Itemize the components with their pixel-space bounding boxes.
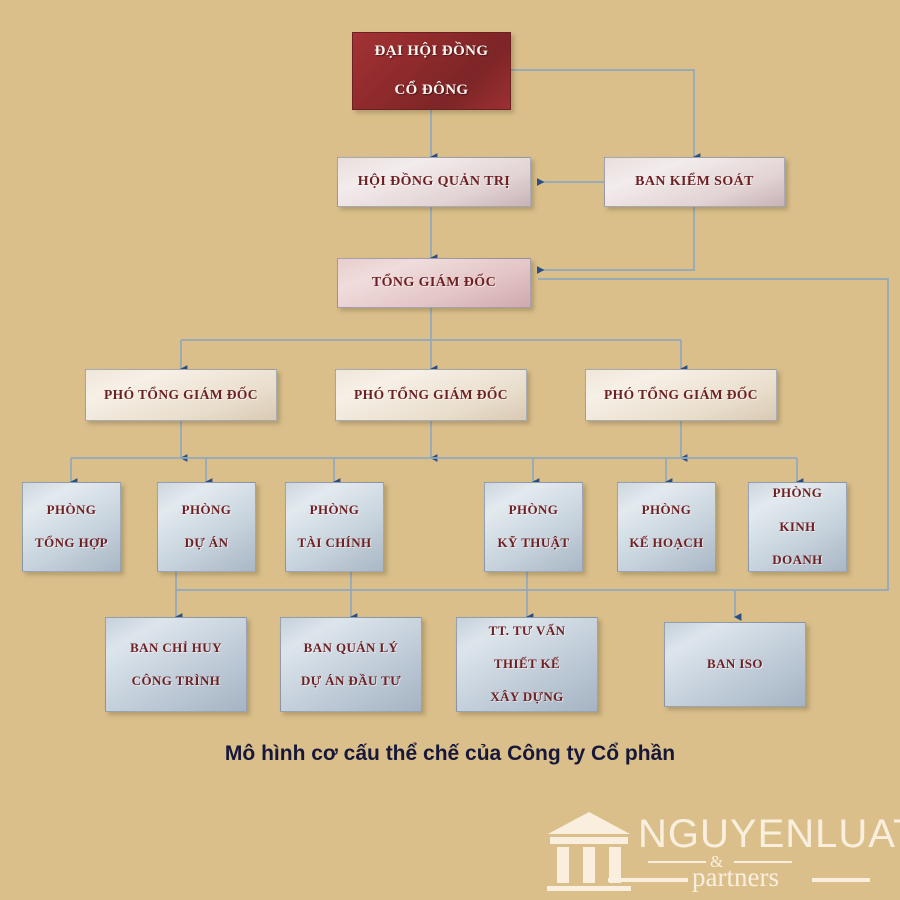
node-deputy-director-1[interactable]: PHÓ TỔNG GIÁM ĐỐC <box>85 369 277 421</box>
node-dept-business[interactable]: PHÒNG KINH DOANH <box>748 482 847 572</box>
node-dept-planning[interactable]: PHÒNG KẾ HOẠCH <box>617 482 716 572</box>
node-shareholders-meeting[interactable]: ĐẠI HỘI ĐỒNG CỔ ĐÔNG <box>352 32 511 110</box>
node-label: PHÒNG TÀI CHÍNH <box>297 502 371 552</box>
node-label-line1: BAN QUẢN LÝ <box>303 639 399 655</box>
watermark-subtitle: partners <box>692 862 779 892</box>
node-label: HỘI ĐỒNG QUẢN TRỊ <box>357 174 511 190</box>
node-label-line1: BAN CHỈ HUY <box>130 639 222 655</box>
watermark-logo: NGUYENLUAT & partners <box>542 808 900 896</box>
org-chart-canvas: ĐẠI HỘI ĐỒNG CỔ ĐÔNG HỘI ĐỒNG QUẢN TRỊ BA… <box>0 0 900 900</box>
node-label: TT. TƯ VẤN THIẾT KẾ XÂY DỰNG <box>489 623 566 706</box>
watermark-name: NGUYENLUAT <box>638 812 900 856</box>
node-iso-board[interactable]: BAN ISO <box>664 622 806 707</box>
node-label: BAN CHỈ HUY CÔNG TRÌNH <box>130 640 222 690</box>
node-label-line1: PHÒNG <box>46 502 97 518</box>
node-label-line2: TÀI CHÍNH <box>297 535 372 551</box>
node-label-line1: TT. TƯ VẤN <box>488 622 566 638</box>
chart-caption: Mô hình cơ cấu thể chế của Công ty Cổ ph… <box>224 742 676 765</box>
node-label-line1: ĐẠI HỘI ĐỒNG <box>374 43 489 60</box>
node-construction-command[interactable]: BAN CHỈ HUY CÔNG TRÌNH <box>105 617 247 712</box>
node-dept-finance[interactable]: PHÒNG TÀI CHÍNH <box>285 482 384 572</box>
node-label: BAN ISO <box>707 656 763 672</box>
node-label-line3: XÂY DỰNG <box>490 689 564 705</box>
node-label: ĐẠI HỘI ĐỒNG CỔ ĐÔNG <box>375 42 489 100</box>
node-label: BAN KIỂM SOÁT <box>635 174 754 190</box>
node-label: PHÒNG KỸ THUẬT <box>498 502 570 552</box>
node-supervisory-board[interactable]: BAN KIỂM SOÁT <box>604 157 785 207</box>
node-dept-general[interactable]: PHÒNG TỔNG HỢP <box>22 482 121 572</box>
node-label-line3: DOANH <box>772 551 823 567</box>
node-label-line1: PHÒNG <box>508 502 559 518</box>
node-label-line1: PHÒNG <box>181 502 232 518</box>
node-label-line2: KINH <box>779 518 816 534</box>
node-label: BAN QUẢN LÝ DỰ ÁN ĐẦU TƯ <box>301 640 401 690</box>
node-label-line1: PHÒNG <box>309 502 360 518</box>
node-investment-project-management[interactable]: BAN QUẢN LÝ DỰ ÁN ĐẦU TƯ <box>280 617 422 712</box>
node-dept-technical[interactable]: PHÒNG KỸ THUẬT <box>484 482 583 572</box>
node-label-line2: CỔ ĐÔNG <box>394 81 469 98</box>
node-label: PHÒNG TỔNG HỢP <box>35 502 108 552</box>
node-dept-project[interactable]: PHÒNG DỰ ÁN <box>157 482 256 572</box>
node-label-line2: KỸ THUẬT <box>497 535 570 551</box>
node-label: TỔNG GIÁM ĐỐC <box>371 275 497 291</box>
node-label-line2: TỔNG HỢP <box>35 535 108 551</box>
node-deputy-director-2[interactable]: PHÓ TỔNG GIÁM ĐỐC <box>335 369 527 421</box>
node-general-director[interactable]: TỔNG GIÁM ĐỐC <box>337 258 531 308</box>
node-label: PHÓ TỔNG GIÁM ĐỐC <box>104 387 258 403</box>
node-label-line2: DỰ ÁN <box>184 535 229 551</box>
node-label-line2: KẾ HOẠCH <box>629 535 704 551</box>
node-label: PHÓ TỔNG GIÁM ĐỐC <box>354 387 508 403</box>
node-design-consulting-center[interactable]: TT. TƯ VẤN THIẾT KẾ XÂY DỰNG <box>456 617 598 712</box>
node-label-line2: DỰ ÁN ĐẦU TƯ <box>300 672 401 688</box>
node-label-line2: THIẾT KẾ <box>493 656 561 672</box>
node-label: PHÒNG DỰ ÁN <box>182 502 232 552</box>
node-label-line2: CÔNG TRÌNH <box>131 672 221 688</box>
node-board-of-management[interactable]: HỘI ĐỒNG QUẢN TRỊ <box>337 157 531 207</box>
node-label: PHÒNG KINH DOANH <box>772 485 822 568</box>
node-label: PHÓ TỔNG GIÁM ĐỐC <box>604 387 758 403</box>
node-label-line1: PHÒNG <box>772 485 823 501</box>
watermark-rule-left-2 <box>608 878 688 882</box>
node-label-line1: PHÒNG <box>641 502 692 518</box>
watermark-rule-right-2 <box>812 878 870 882</box>
node-label: PHÒNG KẾ HOẠCH <box>629 502 703 552</box>
node-deputy-director-3[interactable]: PHÓ TỔNG GIÁM ĐỐC <box>585 369 777 421</box>
